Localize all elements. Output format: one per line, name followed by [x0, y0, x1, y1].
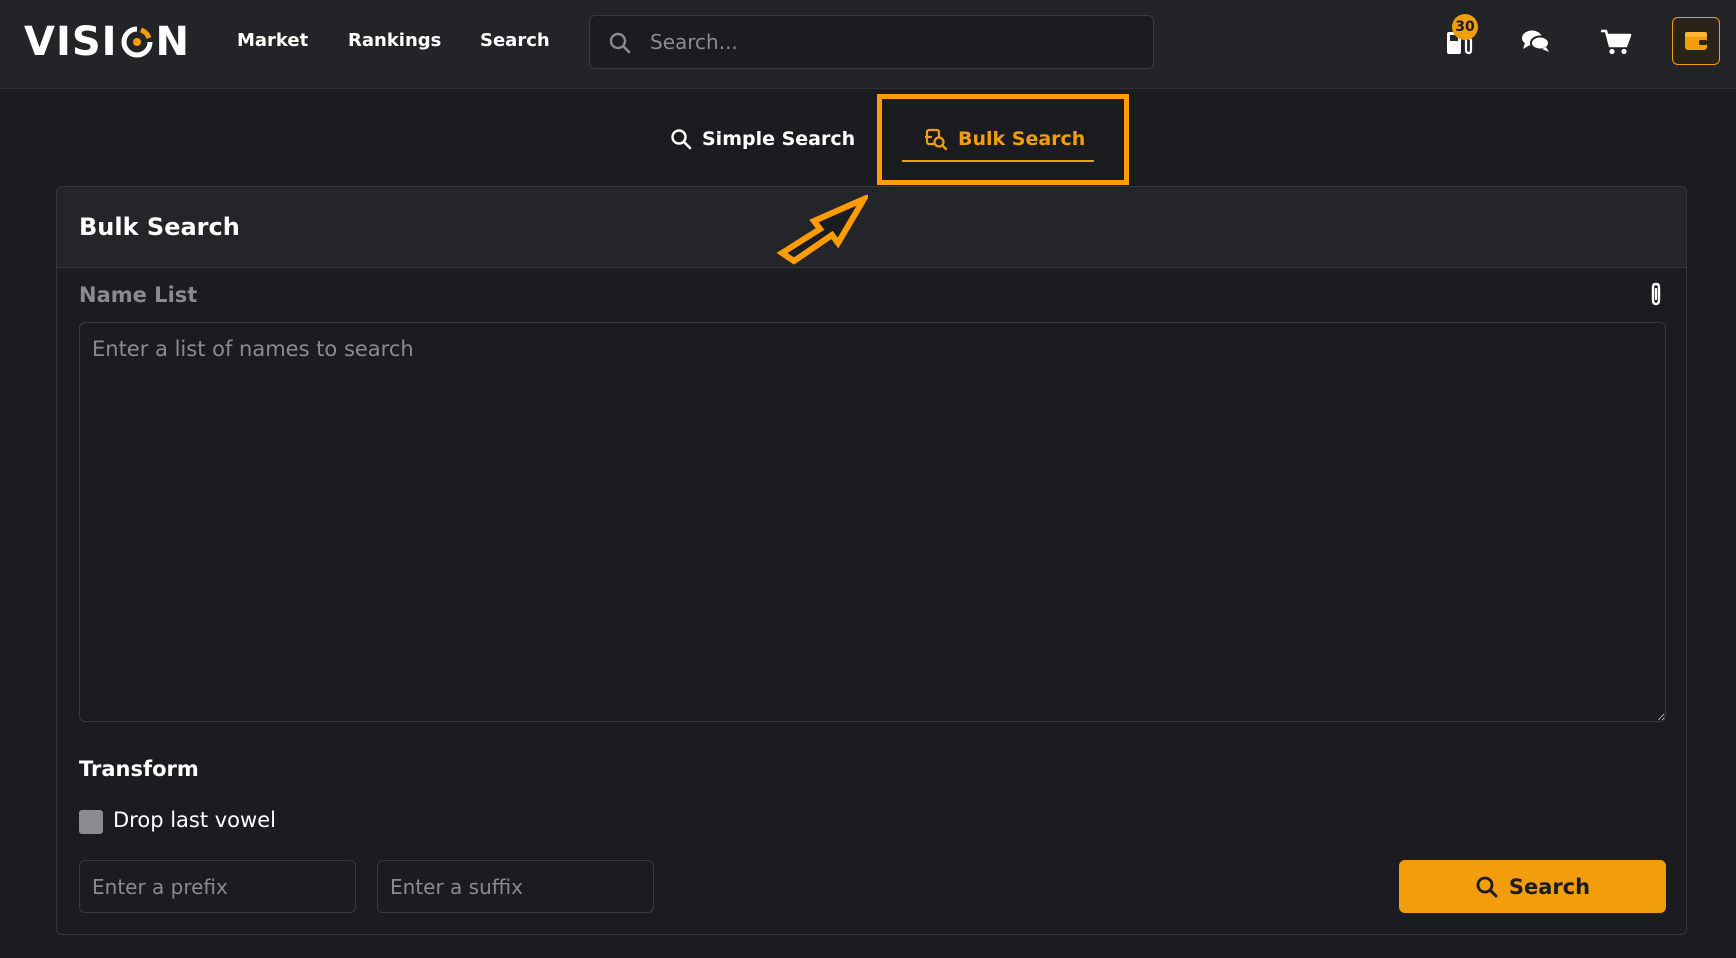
panel-header: Bulk Search: [57, 187, 1686, 268]
wallet-button[interactable]: [1672, 17, 1720, 65]
chat-icon[interactable]: [1519, 24, 1553, 58]
name-list-label: Name List: [79, 283, 198, 307]
search-icon: [608, 31, 632, 55]
vision-logo[interactable]: VISI N: [24, 22, 190, 62]
header-search-box[interactable]: [589, 15, 1154, 69]
arrow-annotation-icon: [772, 192, 872, 267]
tab-simple-search[interactable]: Simple Search: [670, 124, 855, 154]
cart-icon[interactable]: [1599, 24, 1633, 58]
search-icon: [1475, 875, 1499, 899]
logo-text-visi: VISI: [24, 19, 118, 65]
notification-badge: 30: [1452, 14, 1478, 40]
name-list-textarea[interactable]: [79, 322, 1666, 722]
bulk-search-panel: Bulk Search Name List Transform Drop las…: [56, 186, 1687, 935]
transform-label: Transform: [79, 757, 199, 781]
nav-rankings[interactable]: Rankings: [348, 28, 441, 54]
search-icon: [670, 128, 692, 150]
logo-text-n: N: [155, 19, 191, 65]
wallet-icon: [1684, 30, 1708, 52]
nav-search[interactable]: Search: [480, 28, 550, 54]
top-navbar: VISI N Market Rankings Search 30: [0, 0, 1736, 89]
prefix-input[interactable]: [79, 860, 356, 913]
panel-title: Bulk Search: [79, 213, 240, 241]
logo-o-icon: [120, 25, 154, 59]
search-button[interactable]: Search: [1399, 860, 1666, 913]
paperclip-icon[interactable]: [1644, 282, 1668, 308]
suffix-input[interactable]: [377, 860, 654, 913]
drop-last-vowel-checkbox[interactable]: [79, 810, 103, 834]
drop-last-vowel-label[interactable]: Drop last vowel: [113, 808, 276, 832]
header-search-input[interactable]: [650, 16, 1140, 68]
search-button-label: Search: [1508, 874, 1591, 899]
nav-market[interactable]: Market: [237, 28, 308, 54]
bulk-search-highlight-box: [877, 94, 1129, 185]
tab-simple-search-label: Simple Search: [702, 128, 856, 150]
